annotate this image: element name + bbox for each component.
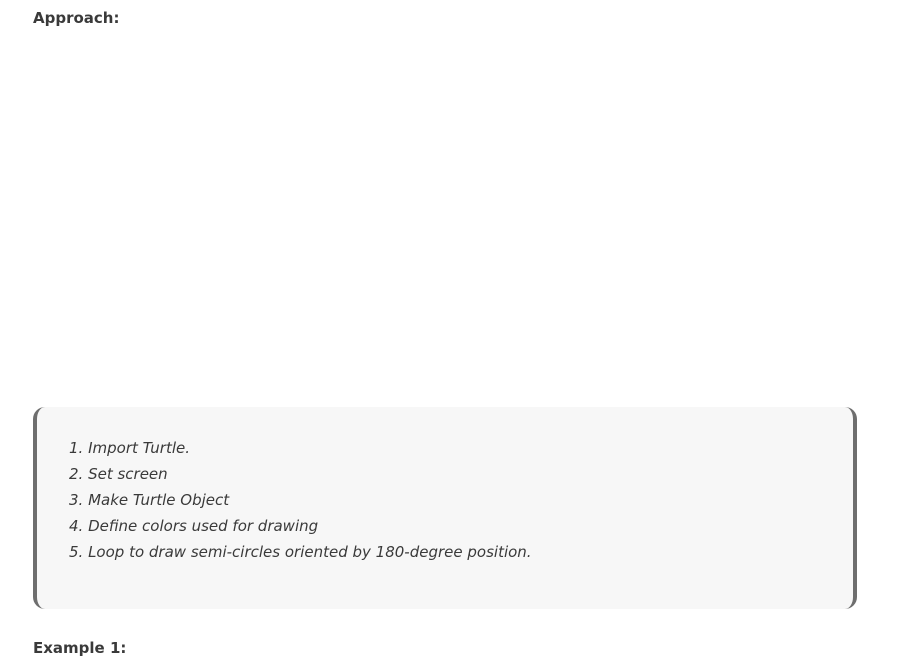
step-item: 5. Loop to draw semi-circles oriented by… [69, 543, 532, 561]
approach-steps-box: 1. Import Turtle. 2. Set screen 3. Make … [33, 407, 857, 609]
article-page: Approach: 1. Import Turtle. 2. Set scree… [0, 0, 905, 661]
approach-steps-list: 1. Import Turtle. 2. Set screen 3. Make … [69, 435, 532, 565]
step-item: 1. Import Turtle. [69, 439, 191, 457]
step-item: 3. Make Turtle Object [69, 491, 230, 509]
example-1-heading: Example 1: [33, 639, 127, 657]
step-item: 2. Set screen [69, 465, 168, 483]
approach-heading: Approach: [33, 9, 120, 27]
step-item: 4. Define colors used for drawing [69, 517, 319, 535]
